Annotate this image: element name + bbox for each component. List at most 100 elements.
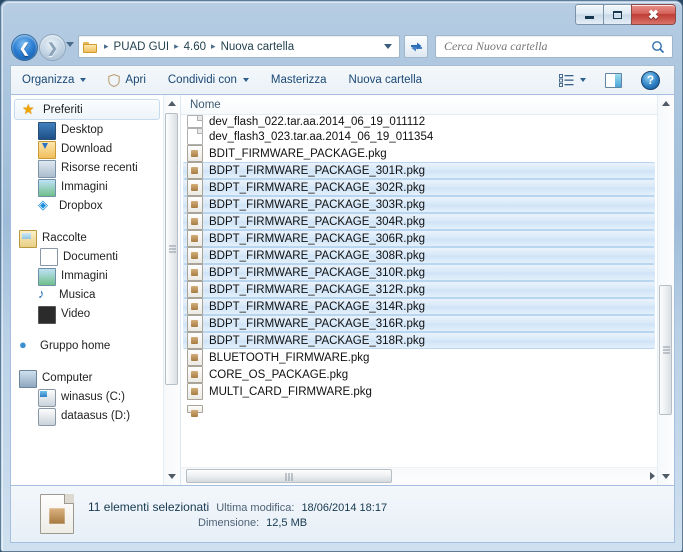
file-icon bbox=[187, 115, 203, 128]
scroll-up-button[interactable] bbox=[658, 95, 674, 112]
sidebar-item-risorse-recenti[interactable]: Risorse recenti bbox=[11, 158, 163, 178]
list-item[interactable]: MULTI_CARD_FIRMWARE.pkg bbox=[181, 383, 657, 400]
list-item[interactable]: dev_flash3_023.tar.aa.2014_06_19_011354 bbox=[181, 128, 657, 145]
sidebar-item-preferiti[interactable]: ★ Preferiti bbox=[14, 99, 160, 120]
minimize-icon bbox=[585, 16, 594, 19]
pictures-icon bbox=[38, 267, 56, 286]
file-name: BDPT_FIRMWARE_PACKAGE_303R.pkg bbox=[209, 198, 426, 211]
modified-label: Ultima modifica: bbox=[216, 501, 295, 514]
refresh-button[interactable] bbox=[404, 35, 428, 58]
sidebar-item-winasus-c[interactable]: winasus (C:) bbox=[11, 387, 163, 407]
list-item[interactable]: dev_flash_022.tar.aa.2014_06_19_011112 bbox=[181, 115, 657, 128]
scrollbar-thumb[interactable] bbox=[186, 469, 392, 483]
recent-locations-chevron-down-icon[interactable] bbox=[66, 42, 74, 47]
list-item[interactable]: BLUETOOTH_FIRMWARE.pkg bbox=[181, 349, 657, 366]
sidebar-item-computer[interactable]: Computer bbox=[11, 368, 163, 388]
list-item[interactable]: BDIT_FIRMWARE_PACKAGE.pkg bbox=[181, 145, 657, 162]
scrollbar-grip-icon bbox=[663, 346, 670, 354]
maximize-button[interactable] bbox=[603, 4, 632, 25]
list-item[interactable]: BDPT_FIRMWARE_PACKAGE_303R.pkg bbox=[183, 196, 655, 213]
package-icon bbox=[40, 494, 74, 534]
toolbar-item-condividi-con[interactable]: Condividi con bbox=[158, 68, 259, 93]
sidebar-item-label: Raccolte bbox=[42, 231, 87, 244]
list-item[interactable]: CORE_OS_PACKAGE.pkg bbox=[181, 366, 657, 383]
preview-pane-icon bbox=[605, 72, 622, 88]
toolbar-item-organizza[interactable]: Organizza bbox=[12, 68, 96, 93]
file-list-horizontal-scrollbar[interactable] bbox=[181, 467, 657, 485]
scroll-down-button[interactable] bbox=[164, 468, 180, 485]
file-list[interactable]: dev_flash_022.tar.aa.2014_06_19_011112 d… bbox=[181, 115, 657, 468]
sidebar-item-dropbox[interactable]: ◈ Dropbox bbox=[11, 196, 163, 215]
list-item[interactable]: BDPT_FIRMWARE_PACKAGE_314R.pkg bbox=[183, 298, 655, 315]
navigation-pane-list: ★ Preferiti Desktop Download Risorse rec… bbox=[11, 95, 163, 426]
scroll-right-button[interactable] bbox=[650, 472, 655, 480]
package-icon bbox=[187, 264, 203, 281]
sidebar-item-documenti[interactable]: Documenti bbox=[11, 247, 163, 266]
list-item[interactable]: BDPT_FIRMWARE_PACKAGE_301R.pkg bbox=[183, 162, 655, 179]
column-header-nome[interactable]: Nome bbox=[181, 99, 221, 111]
search-box[interactable] bbox=[435, 35, 673, 58]
breadcrumb-separator[interactable]: ▸ bbox=[207, 41, 220, 52]
sidebar-item-raccolte[interactable]: Raccolte bbox=[11, 228, 163, 248]
breadcrumb-separator[interactable]: ▸ bbox=[170, 41, 183, 52]
sidebar-item-label: Gruppo home bbox=[40, 339, 111, 352]
show-preview-pane-button[interactable] bbox=[595, 68, 632, 93]
file-name: BDPT_FIRMWARE_PACKAGE_316R.pkg bbox=[209, 317, 426, 330]
file-name: BDPT_FIRMWARE_PACKAGE_318R.pkg bbox=[209, 334, 426, 347]
list-item[interactable]: BDPT_FIRMWARE_PACKAGE_318R.pkg bbox=[183, 332, 655, 349]
list-item[interactable]: BDPT_FIRMWARE_PACKAGE_302R.pkg bbox=[183, 179, 655, 196]
list-item[interactable]: BDPT_FIRMWARE_PACKAGE_310R.pkg bbox=[183, 264, 655, 281]
list-item[interactable]: BDPT_FIRMWARE_PACKAGE_308R.pkg bbox=[183, 247, 655, 264]
toolbar-item-masterizza[interactable]: Masterizza bbox=[261, 68, 337, 93]
change-view-button[interactable] bbox=[550, 68, 593, 93]
toolbar-item-apri[interactable]: Apri bbox=[98, 68, 155, 93]
sidebar-item-immagini-raccolte[interactable]: Immagini bbox=[11, 266, 163, 286]
back-button[interactable]: ❮ bbox=[11, 34, 38, 61]
chevron-down-icon bbox=[242, 78, 249, 82]
sidebar-item-label: Immagini bbox=[61, 180, 108, 193]
navigation-pane: ★ Preferiti Desktop Download Risorse rec… bbox=[11, 95, 163, 485]
file-icon bbox=[187, 128, 203, 145]
toolbar-item-label: Condividi con bbox=[167, 74, 237, 86]
document-icon bbox=[40, 247, 58, 266]
scrollbar-grip-icon bbox=[285, 473, 293, 481]
breadcrumb-item-1[interactable]: 4.60 bbox=[183, 41, 207, 53]
close-button[interactable]: ✖ bbox=[631, 4, 676, 25]
file-list-scrollbar[interactable] bbox=[657, 95, 674, 485]
list-item[interactable]: BDPT_FIRMWARE_PACKAGE_304R.pkg bbox=[183, 213, 655, 230]
scrollbar-thumb[interactable] bbox=[659, 285, 672, 415]
file-name: BLUETOOTH_FIRMWARE.pkg bbox=[209, 351, 370, 364]
minimize-button[interactable] bbox=[575, 4, 604, 25]
scroll-down-button[interactable] bbox=[658, 468, 674, 485]
sidebar-item-desktop[interactable]: Desktop bbox=[11, 120, 163, 140]
sidebar-item-label: Immagini bbox=[61, 269, 108, 282]
chevron-down-icon bbox=[80, 78, 87, 82]
breadcrumb-item-2[interactable]: Nuova cartella bbox=[220, 41, 296, 53]
list-item[interactable]: BDPT_FIRMWARE_PACKAGE_306R.pkg bbox=[183, 230, 655, 247]
address-bar[interactable]: ▸ PUAD GUI ▸ 4.60 ▸ Nuova cartella bbox=[78, 35, 400, 58]
sidebar-item-musica[interactable]: ♪ Musica bbox=[11, 285, 163, 304]
navigation-pane-scrollbar[interactable] bbox=[163, 95, 180, 485]
title-bar: ✖ bbox=[1, 1, 682, 29]
list-item[interactable]: BDPT_FIRMWARE_PACKAGE_312R.pkg bbox=[183, 281, 655, 298]
list-item[interactable] bbox=[181, 400, 657, 417]
sidebar-item-dataasus-d[interactable]: dataasus (D:) bbox=[11, 406, 163, 426]
scrollbar-thumb[interactable] bbox=[165, 113, 178, 385]
forward-button[interactable]: ❯ bbox=[39, 34, 66, 61]
details-pane: 11 elementi selezionati Ultima modifica:… bbox=[10, 486, 675, 543]
download-icon bbox=[38, 140, 56, 159]
sidebar-item-gruppo-home[interactable]: ● Gruppo home bbox=[11, 336, 163, 355]
sidebar-item-video[interactable]: Video bbox=[11, 304, 163, 324]
search-input[interactable] bbox=[442, 36, 651, 57]
homegroup-icon: ● bbox=[19, 336, 27, 352]
breadcrumb-item-0[interactable]: PUAD GUI bbox=[113, 41, 171, 53]
help-button[interactable]: ? bbox=[634, 68, 667, 93]
breadcrumb-separator[interactable]: ▸ bbox=[100, 41, 113, 52]
sidebar-item-immagini[interactable]: Immagini bbox=[11, 177, 163, 197]
toolbar-item-nuova-cartella[interactable]: Nuova cartella bbox=[339, 68, 433, 93]
sidebar-item-download[interactable]: Download bbox=[11, 139, 163, 159]
list-item[interactable]: BDPT_FIRMWARE_PACKAGE_316R.pkg bbox=[183, 315, 655, 332]
scroll-up-button[interactable] bbox=[164, 95, 180, 112]
address-dropdown-chevron-down-icon[interactable] bbox=[380, 44, 399, 49]
